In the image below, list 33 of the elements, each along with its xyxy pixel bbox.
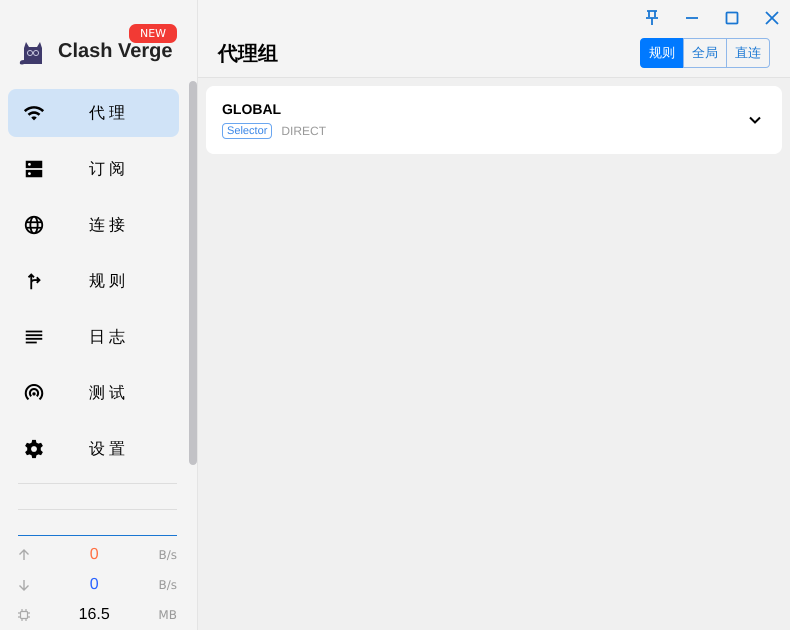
nav-item[interactable]: 规则 bbox=[8, 257, 179, 305]
pin-icon[interactable] bbox=[645, 10, 659, 26]
nav-item[interactable]: 订阅 bbox=[8, 145, 179, 193]
nav-item[interactable]: 测试 bbox=[8, 369, 179, 417]
nav-item[interactable]: 代理 bbox=[8, 89, 179, 137]
nav-item[interactable]: 日志 bbox=[8, 313, 179, 361]
scrollbar[interactable] bbox=[189, 81, 197, 465]
proxy-group-card[interactable]: GLOBAL Selector DIRECT bbox=[206, 86, 782, 154]
current-proxy: DIRECT bbox=[281, 124, 326, 138]
unit-label: B/s bbox=[158, 548, 177, 562]
maximize-icon[interactable] bbox=[725, 11, 739, 25]
group-name: GLOBAL bbox=[222, 101, 282, 117]
mode-tab[interactable]: 规则 bbox=[640, 38, 684, 68]
nav-item[interactable]: 设置 bbox=[8, 425, 179, 473]
page-title: 代理组 bbox=[218, 40, 278, 66]
arrow-down-icon bbox=[18, 579, 30, 591]
globe-icon bbox=[23, 214, 45, 236]
traffic-value: 0 bbox=[88, 576, 100, 594]
type-tag: Selector bbox=[222, 123, 272, 139]
traffic-value: 0 bbox=[88, 546, 100, 564]
server-icon bbox=[23, 158, 45, 180]
new-badge: NEW bbox=[129, 24, 178, 43]
settings-icon bbox=[23, 438, 45, 460]
arrow-up-icon bbox=[18, 549, 30, 561]
chip-icon bbox=[18, 609, 30, 621]
unit-label: B/s bbox=[158, 578, 177, 592]
mode-tab[interactable]: 直连 bbox=[726, 38, 770, 68]
traffic-value: 16.5 bbox=[78, 606, 111, 624]
app-name: Clash Verge bbox=[58, 40, 173, 63]
mode-tab[interactable]: 全局 bbox=[683, 38, 727, 68]
unit-label: MB bbox=[158, 608, 177, 622]
close-icon[interactable] bbox=[765, 11, 779, 25]
nav-item[interactable]: 连接 bbox=[8, 201, 179, 249]
